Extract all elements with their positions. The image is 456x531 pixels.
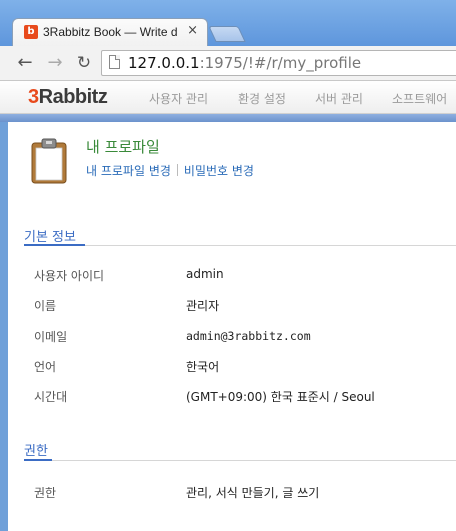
section-header-basic-info: 기본 정보 bbox=[24, 230, 76, 245]
edit-profile-link[interactable]: 내 프로파일 변경 bbox=[86, 164, 171, 178]
url-host: 127.0.0.1 bbox=[128, 54, 200, 72]
url-text[interactable]: 127.0.0.1:1975/!#/r/my_profile bbox=[128, 54, 361, 72]
row-label-name: 이름 bbox=[34, 299, 57, 313]
forward-arrow-icon[interactable]: → bbox=[44, 52, 66, 74]
browser-window: b 3Rabbitz Book — Write d × ← → ↻ 127.0.… bbox=[0, 0, 456, 531]
menu-user-management[interactable]: 사용자 관리 bbox=[149, 90, 208, 107]
tab-title: 3Rabbitz Book — Write d bbox=[43, 25, 178, 39]
page-title: 내 프로파일 bbox=[86, 138, 160, 156]
row-label-language: 언어 bbox=[34, 360, 57, 374]
link-separator bbox=[176, 164, 178, 176]
row-value-email: admin@3rabbitz.com bbox=[186, 329, 311, 343]
logo-text: Rabbitz bbox=[38, 86, 108, 108]
reload-icon[interactable]: ↻ bbox=[73, 52, 95, 74]
url-path: :1975/!#/r/my_profile bbox=[199, 54, 362, 72]
row-value-permissions: 관리, 서식 만들기, 글 쓰기 bbox=[186, 486, 320, 500]
favicon-icon: b bbox=[24, 25, 38, 39]
browser-tab[interactable]: b 3Rabbitz Book — Write d × bbox=[12, 18, 208, 46]
address-bar[interactable]: 127.0.0.1:1975/!#/r/my_profile bbox=[101, 50, 456, 76]
change-password-link[interactable]: 비밀번호 변경 bbox=[184, 164, 254, 178]
page-icon bbox=[109, 55, 120, 69]
section-divider bbox=[24, 245, 456, 246]
page-content: 내 프로파일 내 프로파일 변경 비밀번호 변경 기본 정보 사용자 아이디 ad… bbox=[8, 122, 456, 531]
row-label-email: 이메일 bbox=[34, 330, 68, 344]
section-divider bbox=[24, 460, 456, 461]
tab-strip: b 3Rabbitz Book — Write d × bbox=[0, 0, 456, 46]
row-label-permissions: 권한 bbox=[34, 486, 57, 500]
section-header-permissions: 권한 bbox=[24, 444, 48, 459]
tab-close-icon[interactable]: × bbox=[187, 23, 198, 38]
row-label-timezone: 시간대 bbox=[34, 390, 68, 404]
menu-software[interactable]: 소프트웨어 bbox=[392, 90, 447, 107]
clipboard-icon bbox=[31, 138, 67, 184]
browser-toolbar: ← → ↻ 127.0.0.1:1975/!#/r/my_profile bbox=[0, 46, 456, 81]
section-underline bbox=[24, 244, 85, 246]
new-tab-button[interactable] bbox=[208, 26, 246, 42]
header-divider-bar bbox=[0, 114, 456, 122]
menu-server-management[interactable]: 서버 관리 bbox=[315, 90, 363, 107]
logo-prefix: 3 bbox=[28, 86, 39, 108]
row-value-timezone: (GMT+09:00) 한국 표준시 / Seoul bbox=[186, 390, 375, 404]
row-value-name: 관리자 bbox=[186, 299, 220, 313]
menu-settings[interactable]: 환경 설정 bbox=[238, 90, 286, 107]
back-arrow-icon[interactable]: ← bbox=[14, 52, 36, 74]
app-header: 3Rabbitz 사용자 관리 환경 설정 서버 관리 소프트웨어 bbox=[0, 81, 456, 114]
row-value-user-id: admin bbox=[186, 267, 224, 281]
app-logo[interactable]: 3Rabbitz bbox=[28, 86, 108, 109]
row-value-language: 한국어 bbox=[186, 360, 220, 374]
row-label-user-id: 사용자 아이디 bbox=[34, 269, 105, 283]
profile-links: 내 프로파일 변경 비밀번호 변경 bbox=[86, 162, 254, 179]
section-underline bbox=[24, 459, 52, 461]
